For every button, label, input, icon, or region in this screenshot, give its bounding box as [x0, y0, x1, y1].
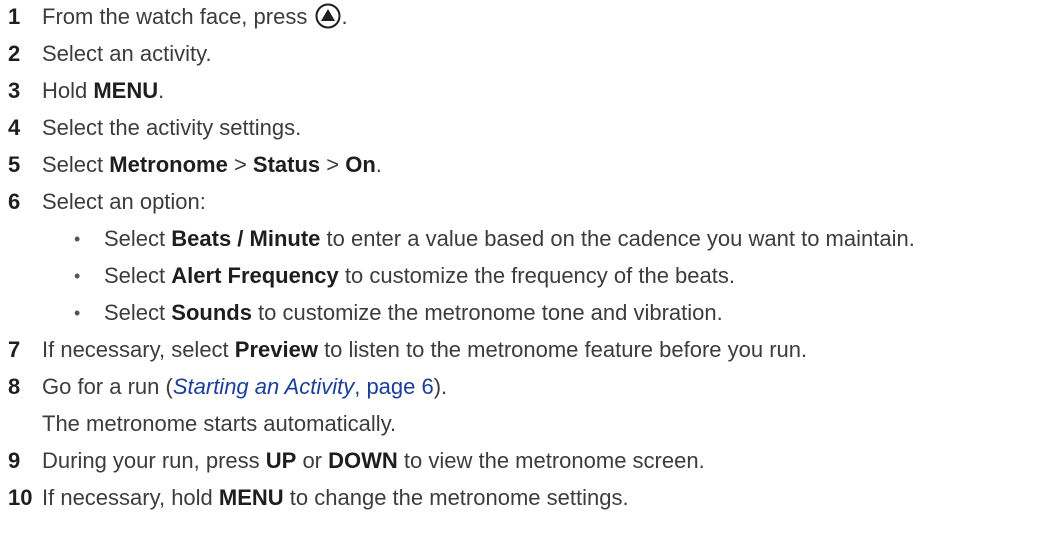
step-text: Select the activity settings. — [42, 115, 302, 140]
menu-path-status: Status — [252, 152, 321, 177]
bullet-icon: • — [74, 229, 81, 249]
step-number: 2 — [8, 41, 21, 66]
step-text: From the watch face, press . — [42, 3, 348, 29]
step-text: If necessary, select Preview to listen t… — [42, 337, 808, 362]
step-text: Hold MENU. — [42, 78, 165, 103]
step-text: During your run, press UP or DOWN to vie… — [42, 448, 705, 473]
step-number: 7 — [8, 337, 21, 362]
step-number: 9 — [8, 448, 21, 473]
step-text: Select an activity. — [42, 41, 212, 66]
menu-path-on: On — [345, 152, 376, 177]
step-number: 6 — [8, 189, 21, 214]
button-name: MENU — [93, 78, 159, 103]
step-number: 10 — [8, 485, 33, 510]
bullet-icon: • — [74, 266, 81, 286]
step-8-continuation: The metronome starts automatically. — [42, 411, 397, 436]
starting-an-activity-link[interactable]: Starting an Activity, page 6 — [173, 374, 434, 399]
step-number: 1 — [8, 4, 21, 29]
step-number: 8 — [8, 374, 21, 399]
step-number: 3 — [8, 78, 21, 103]
up-button-icon — [315, 3, 341, 29]
menu-path-metronome: Metronome — [109, 152, 228, 177]
step-number: 5 — [8, 152, 21, 177]
step-text: Go for a run (Starting an Activity, page… — [42, 374, 448, 399]
bullet-icon: • — [74, 303, 81, 323]
step-text: Select an option: — [42, 189, 206, 214]
step-text: If necessary, hold MENU to change the me… — [42, 485, 629, 510]
step-number: 4 — [8, 115, 21, 140]
step-text: Select Metronome > Status > On. — [42, 152, 382, 177]
